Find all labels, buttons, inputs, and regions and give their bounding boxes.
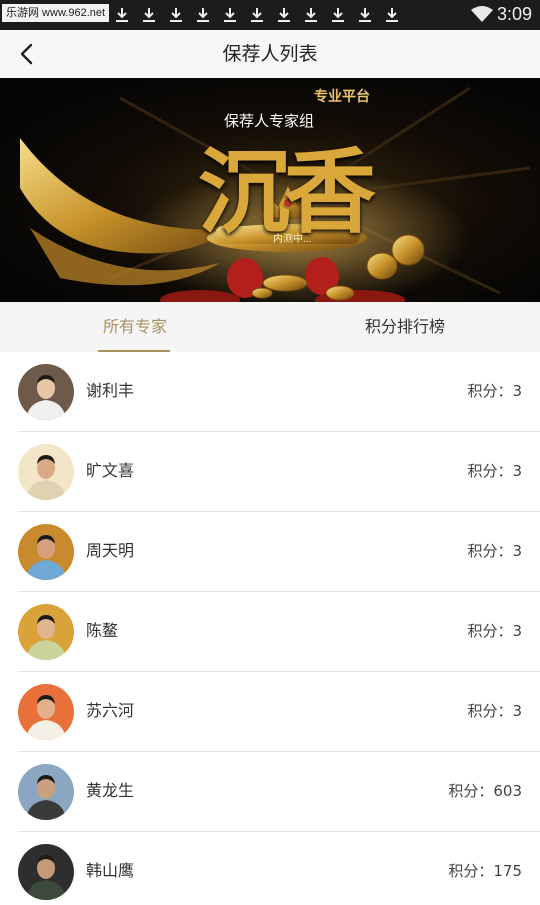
download-icon [243,4,270,26]
page-title: 保荐人列表 [222,43,318,65]
download-icon [324,4,351,26]
expert-score: 积分：3 [467,462,522,480]
expert-name: 韩山鹰 [86,861,135,880]
download-icon [135,4,162,26]
expert-score: 积分：603 [448,782,522,800]
banner-group-text: 保荐人专家组 [224,113,315,130]
avatar [18,604,74,660]
avatar [18,524,74,580]
expert-name: 谢利丰 [86,381,135,400]
status-time: 3:09 [496,4,532,24]
wifi-icon [471,6,493,22]
promo-banner[interactable]: 沉香 专业平台 保荐人专家组 内测中... [0,78,540,302]
download-icon [378,4,405,26]
list-item[interactable]: 陈鳌 积分：3 [0,592,540,672]
download-icon [270,4,297,26]
avatar [18,684,74,740]
expert-name: 苏六河 [86,701,135,720]
list-item[interactable]: 韩山鹰 积分：175 [0,832,540,905]
expert-score: 积分：3 [467,622,522,640]
nav-bar: 保荐人列表 [0,30,540,78]
download-icon [108,4,135,26]
tab-bar: 所有专家 积分排行榜 [0,302,540,352]
avatar [18,844,74,900]
expert-list: 谢利丰 积分：3 旷文喜 积分：3 周天明 积分：3 陈鳌 积分：3 苏六河 积… [0,352,540,905]
download-icon [297,4,324,26]
download-icon [162,4,189,26]
expert-score: 积分：175 [448,862,522,880]
expert-name: 旷文喜 [86,461,135,480]
expert-name: 周天明 [86,541,135,560]
watermark-text: 乐游网 www.962.net [2,4,110,22]
download-notifications [108,4,405,26]
download-icon [351,4,378,26]
banner-sub-text: 内测中... [273,234,312,245]
download-icon [189,4,216,26]
list-item[interactable]: 旷文喜 积分：3 [0,432,540,512]
status-bar: 乐游网 www.962.net 3:09 [0,0,540,30]
list-item[interactable]: 苏六河 积分：3 [0,672,540,752]
tab-all-experts[interactable]: 所有专家 [0,302,270,352]
avatar [18,444,74,500]
list-item[interactable]: 谢利丰 积分：3 [0,352,540,432]
list-item[interactable]: 周天明 积分：3 [0,512,540,592]
expert-score: 积分：3 [467,542,522,560]
tab-score-ranking[interactable]: 积分排行榜 [270,302,540,352]
banner-platform-text: 专业平台 [314,88,370,104]
list-item[interactable]: 黄龙生 积分：603 [0,752,540,832]
expert-score: 积分：3 [467,702,522,720]
expert-name: 陈鳌 [86,621,119,640]
avatar [18,764,74,820]
download-icon [216,4,243,26]
expert-score: 积分：3 [467,382,522,400]
expert-name: 黄龙生 [86,781,135,800]
avatar [18,364,74,420]
